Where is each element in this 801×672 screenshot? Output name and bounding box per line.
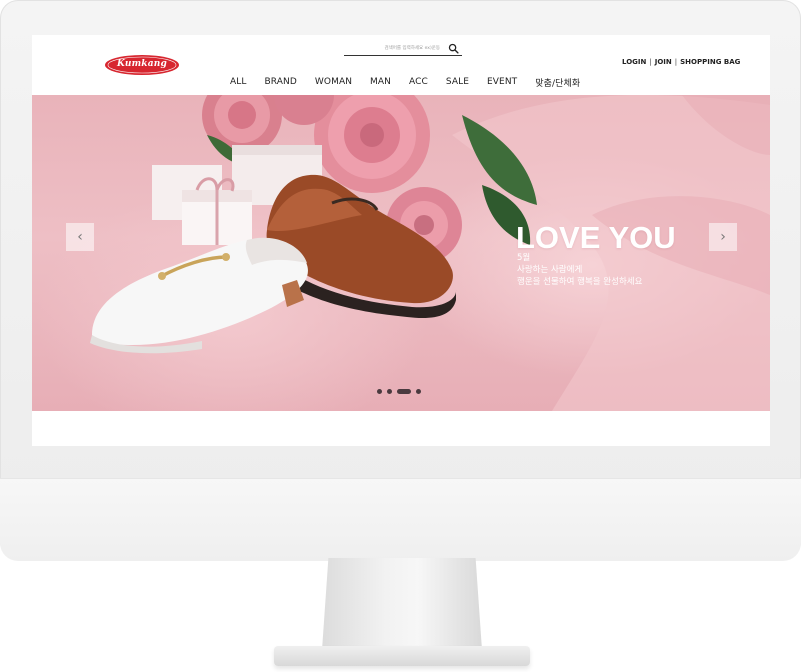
slide-dot[interactable] (387, 389, 392, 394)
nav-item-acc[interactable]: ACC (409, 77, 428, 87)
utility-links: LOGIN | JOIN | SHOPPING BAG (622, 57, 740, 67)
login-link[interactable]: LOGIN (622, 58, 646, 66)
slide-dot[interactable] (377, 389, 382, 394)
content-area (32, 411, 770, 446)
separator: | (649, 58, 652, 66)
hero-title: LOVE YOU (516, 220, 676, 255)
nav-item-event[interactable]: EVENT (487, 77, 517, 87)
monitor-chin (0, 478, 801, 561)
nav-item-all[interactable]: ALL (230, 77, 247, 87)
browser-screen: Kumkang LOGIN | JOIN | SHOPPING BAG ALL … (32, 35, 770, 446)
hero-subtitle-line: 5월 (517, 253, 531, 263)
hero-subtitle-line: 행운을 선물하여 행복을 완성하세요 (517, 277, 643, 287)
search-bar (344, 43, 462, 56)
nav-item-brand[interactable]: BRAND (265, 77, 297, 87)
prev-slide-button[interactable]: ‹ (66, 223, 94, 251)
next-slide-button[interactable]: › (709, 223, 737, 251)
chevron-left-icon: ‹ (77, 229, 83, 245)
hero-subtitle: 5월 사랑하는 사람에게 행운을 선물하여 행복을 완성하세요 (517, 252, 642, 288)
separator: | (674, 58, 678, 66)
hero-banner[interactable]: ‹ › LOVE YOU 5월 사랑하는 사람에게 행운을 선물하여 행복을 완… (32, 95, 770, 411)
slide-dot[interactable] (416, 389, 421, 394)
search-input[interactable] (344, 43, 440, 54)
shopping-bag-link[interactable]: SHOPPING BAG (680, 58, 740, 66)
site-header: Kumkang LOGIN | JOIN | SHOPPING BAG ALL … (32, 35, 770, 95)
nav-item-woman[interactable]: WOMAN (315, 77, 352, 87)
slide-dot-active[interactable] (397, 389, 411, 394)
monitor-stand (322, 558, 482, 650)
search-icon[interactable] (448, 43, 459, 54)
slide-indicators (377, 389, 421, 394)
nav-item-custom-group[interactable]: 맞춤/단체화 (535, 76, 580, 89)
hero-subtitle-line: 사랑하는 사람에게 (517, 265, 583, 275)
chevron-right-icon: › (720, 229, 726, 245)
nav-item-sale[interactable]: SALE (446, 77, 469, 87)
brand-logo[interactable]: Kumkang (104, 54, 180, 76)
main-nav: ALL BRAND WOMAN MAN ACC SALE EVENT 맞춤/단체… (230, 75, 598, 89)
white-loafer-shoe (90, 237, 308, 354)
monitor-stand-base (274, 646, 530, 666)
nav-item-man[interactable]: MAN (370, 77, 391, 87)
logo-text: Kumkang (117, 59, 167, 69)
join-link[interactable]: JOIN (655, 58, 672, 66)
